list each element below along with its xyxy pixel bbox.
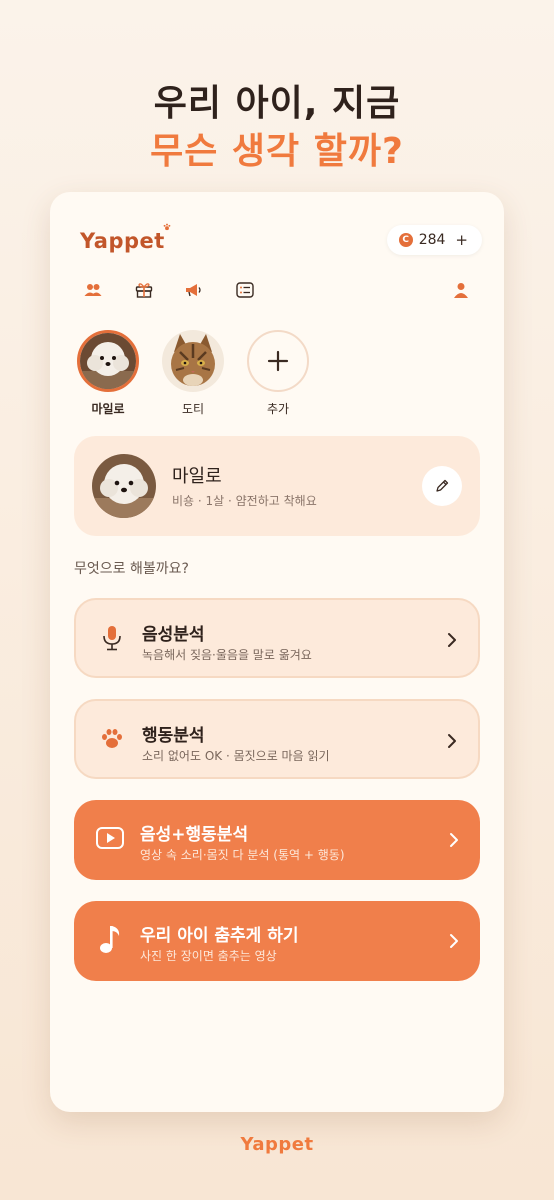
pet-item-milo[interactable]: 마일로	[76, 330, 140, 417]
phone-screen: Yappet C 284 + 마일로 도티 추가 마일로 비숑 · 1살 · 얌…	[50, 192, 504, 1112]
add-pet-button[interactable]: 추가	[246, 330, 310, 417]
headline-line-2: 무슨 생각 할까?	[150, 131, 404, 172]
profile-name: 마일로	[172, 466, 222, 487]
music-note-icon	[96, 925, 124, 953]
gift-icon[interactable]	[134, 280, 154, 300]
headline: 우리 아이, 지금 무슨 생각 할까?	[0, 82, 554, 174]
megaphone-icon[interactable]	[184, 280, 204, 300]
coin-add-icon: +	[455, 231, 468, 249]
footer-logo: Yappet	[240, 1134, 314, 1155]
people-icon[interactable]	[83, 280, 103, 300]
pet-profile-card: 마일로 비숑 · 1살 · 얌전하고 착해요	[74, 436, 480, 536]
coin-icon: C	[398, 233, 413, 247]
edit-profile-button[interactable]	[422, 466, 462, 506]
pet-name-milo: 마일로	[91, 402, 125, 416]
chevron-right-icon	[448, 633, 456, 647]
pet-name-dotty: 도티	[181, 402, 205, 416]
pet-avatar-milo	[77, 330, 139, 392]
voice-behavior-analysis-button[interactable]: 음성+행동분석 영상 속 소리·몸짓 다 분석 (통역 + 행동)	[74, 800, 480, 880]
voice-analysis-button[interactable]: 음성분석 녹음해서 짖음·울음을 말로 옮겨요	[74, 598, 480, 678]
logo-paw-icon	[163, 223, 171, 231]
app-logo: Yappet	[80, 223, 171, 253]
menu-title: 음성+행동분석	[140, 825, 249, 845]
list-icon[interactable]	[235, 280, 255, 300]
menu-subtitle: 소리 없어도 OK · 몸짓으로 마음 읽기	[142, 749, 330, 763]
section-title: 무엇으로 해볼까요?	[74, 561, 189, 577]
pencil-icon	[436, 479, 449, 492]
coin-count: 284	[418, 232, 446, 248]
add-pet-label: 추가	[266, 402, 290, 416]
paw-icon	[98, 725, 126, 753]
user-icon[interactable]	[451, 280, 471, 300]
chevron-right-icon	[450, 934, 458, 948]
dance-video-button[interactable]: 우리 아이 춤추게 하기 사진 한 장이면 춤추는 영상	[74, 901, 480, 981]
headline-line-1: 우리 아이, 지금	[153, 83, 401, 124]
menu-subtitle: 사진 한 장이면 춤추는 영상	[140, 949, 277, 963]
app-logo-text: Yappet	[80, 229, 165, 253]
pet-avatar-dotty	[162, 330, 224, 392]
menu-title: 음성분석	[142, 625, 205, 645]
menu-subtitle: 녹음해서 짖음·울음을 말로 옮겨요	[142, 648, 312, 662]
menu-subtitle: 영상 속 소리·몸짓 다 분석 (통역 + 행동)	[140, 848, 345, 862]
video-play-icon	[96, 824, 124, 852]
coin-balance-button[interactable]: C 284 +	[386, 225, 482, 255]
pet-item-dotty[interactable]: 도티	[161, 330, 225, 417]
profile-description: 비숑 · 1살 · 얌전하고 착해요	[172, 494, 317, 508]
menu-title: 행동분석	[142, 726, 205, 746]
menu-title: 우리 아이 춤추게 하기	[140, 926, 299, 946]
profile-avatar	[92, 454, 156, 518]
plus-icon	[247, 330, 309, 392]
chevron-right-icon	[448, 734, 456, 748]
behavior-analysis-button[interactable]: 행동분석 소리 없어도 OK · 몸짓으로 마음 읽기	[74, 699, 480, 779]
microphone-icon	[98, 624, 126, 652]
chevron-right-icon	[450, 833, 458, 847]
